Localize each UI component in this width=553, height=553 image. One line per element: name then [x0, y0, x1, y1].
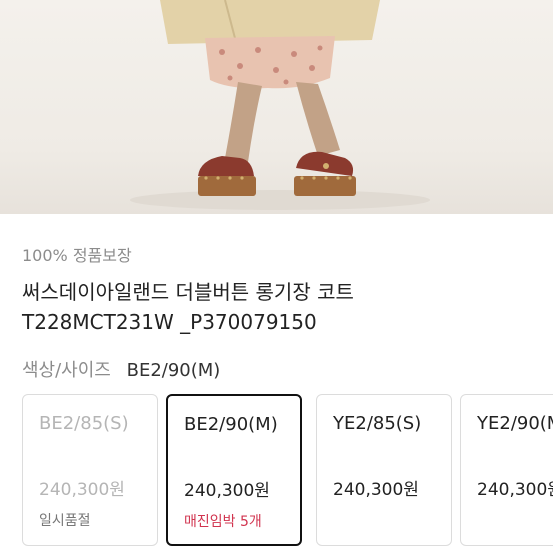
product-title: 써스데이아일랜드 더블버튼 롱기장 코트 [22, 280, 354, 304]
option-card[interactable]: YE2/90(M) 240,300원 [460, 394, 553, 546]
option-status: 매진임박 5개 [184, 514, 262, 530]
option-size: BE2/85(S) [39, 413, 129, 434]
option-price: 240,300원 [333, 480, 419, 500]
option-size: YE2/85(S) [333, 413, 422, 434]
option-size: YE2/90(M) [477, 413, 553, 434]
option-card-selected[interactable]: BE2/90(M) 240,300원 매진임박 5개 [166, 394, 302, 546]
option-card-sold-out[interactable]: BE2/85(S) 240,300원 일시품절 [22, 394, 158, 546]
option-price: 240,300원 [39, 480, 125, 500]
option-price: 240,300원 [184, 481, 270, 501]
option-size: BE2/90(M) [184, 414, 278, 435]
option-card-list: BE2/85(S) 240,300원 일시품절 BE2/90(M) 240,30… [0, 394, 553, 553]
product-image [0, 0, 553, 214]
product-code: T228MCT231W _P370079150 [22, 310, 317, 334]
product-photo-illustration [130, 0, 430, 210]
option-selected-value: BE2/90(M) [126, 360, 221, 381]
authenticity-label: 100% 정품보장 [22, 246, 132, 265]
option-label: 색상/사이즈 [22, 360, 111, 381]
option-price: 240,300원 [477, 480, 553, 500]
option-card[interactable]: YE2/85(S) 240,300원 [316, 394, 452, 546]
selected-option-row: 색상/사이즈 BE2/90(M) [22, 356, 220, 382]
option-status: 일시품절 [39, 513, 91, 529]
